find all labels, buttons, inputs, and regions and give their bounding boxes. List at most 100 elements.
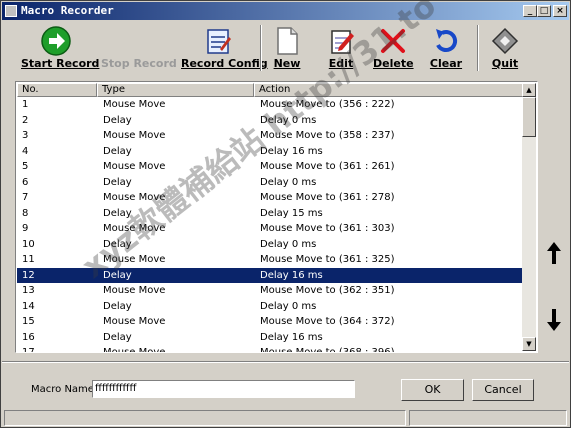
column-header-type[interactable]: Type bbox=[97, 83, 254, 97]
cell-no: 1 bbox=[22, 99, 29, 110]
record-arrow-icon bbox=[41, 26, 71, 56]
cell-no: 13 bbox=[22, 285, 35, 296]
config-icon bbox=[207, 29, 231, 54]
macro-list[interactable]: No. Type Action 1 Mouse Move Mouse Move to… bbox=[15, 81, 538, 353]
window-title: Macro Recorder bbox=[21, 4, 114, 17]
clear-label: Clear bbox=[429, 57, 463, 70]
table-row[interactable]: 3 Mouse Move Mouse Move to (358 : 237) bbox=[17, 128, 524, 144]
start-record-label: Start Record bbox=[21, 57, 100, 70]
cell-action: Mouse Move to (364 : 372) bbox=[260, 316, 395, 327]
delete-x-icon bbox=[381, 29, 405, 53]
cell-no: 10 bbox=[22, 238, 35, 250]
cell-type: Delay bbox=[103, 331, 132, 343]
table-row[interactable]: 7 Mouse Move Mouse Move to (361 : 278) bbox=[17, 190, 524, 206]
column-header-action[interactable]: Action bbox=[254, 83, 524, 97]
minimize-button[interactable]: _ bbox=[523, 5, 537, 17]
cell-action: Delay 0 ms bbox=[260, 114, 317, 126]
cell-action: Delay 16 ms bbox=[260, 269, 323, 281]
cell-type: Delay bbox=[103, 300, 132, 312]
cell-action: Delay 0 ms bbox=[260, 300, 317, 312]
cell-type: Delay bbox=[103, 145, 132, 157]
cell-no: 17 bbox=[22, 345, 35, 352]
table-row[interactable]: 2 Delay Delay 0 ms bbox=[17, 113, 524, 129]
cell-no: 12 bbox=[22, 269, 35, 281]
record-config-button[interactable]: Record Config bbox=[181, 23, 268, 73]
maximize-button[interactable]: □ bbox=[537, 5, 551, 17]
stop-record-label: Stop Record bbox=[101, 57, 177, 70]
table-row[interactable]: 11 Mouse Move Mouse Move to (361 : 325) bbox=[17, 252, 524, 268]
cell-no: 6 bbox=[22, 176, 29, 188]
cell-no: 14 bbox=[22, 300, 35, 312]
cell-action: Delay 0 ms bbox=[260, 176, 317, 188]
table-row[interactable]: 17 Mouse Move Mouse Move to (368 : 396) bbox=[17, 345, 524, 352]
table-row[interactable]: 8 Delay Delay 15 ms bbox=[17, 206, 524, 222]
cell-no: 7 bbox=[22, 192, 29, 203]
scroll-thumb[interactable] bbox=[522, 97, 536, 137]
ok-button[interactable]: OK bbox=[401, 379, 464, 401]
cell-type: Mouse Move bbox=[103, 161, 166, 172]
cell-type: Delay bbox=[103, 269, 132, 281]
status-bar-pane bbox=[4, 410, 406, 426]
table-row[interactable]: 10 Delay Delay 0 ms bbox=[17, 237, 524, 253]
cell-action: Mouse Move to (356 : 222) bbox=[260, 99, 395, 110]
table-row[interactable]: 6 Delay Delay 0 ms bbox=[17, 175, 524, 191]
quit-label: Quit bbox=[491, 57, 519, 70]
cell-type: Mouse Move bbox=[103, 223, 166, 234]
cell-action: Delay 16 ms bbox=[260, 331, 323, 343]
column-header-no[interactable]: No. bbox=[17, 83, 97, 97]
cell-action: Mouse Move to (361 : 278) bbox=[260, 192, 395, 203]
cell-action: Mouse Move to (368 : 396) bbox=[260, 345, 395, 352]
cell-no: 9 bbox=[22, 223, 29, 234]
cell-action: Mouse Move to (361 : 261) bbox=[260, 161, 395, 172]
new-document-icon bbox=[277, 27, 298, 55]
record-config-label: Record Config bbox=[181, 57, 268, 70]
quit-button[interactable]: Quit bbox=[485, 23, 525, 73]
table-row[interactable]: 16 Delay Delay 16 ms bbox=[17, 330, 524, 346]
table-row[interactable]: 1 Mouse Move Mouse Move to (356 : 222) bbox=[17, 97, 524, 113]
move-down-arrow-icon[interactable] bbox=[544, 307, 564, 333]
table-row[interactable]: 4 Delay Delay 16 ms bbox=[17, 144, 524, 160]
table-row[interactable]: 15 Mouse Move Mouse Move to (364 : 372) bbox=[17, 314, 524, 330]
vertical-scrollbar[interactable]: ▲ ▼ bbox=[522, 83, 536, 351]
cell-type: Delay bbox=[103, 238, 132, 250]
bottom-separator bbox=[2, 361, 569, 363]
cell-action: Delay 0 ms bbox=[260, 238, 317, 250]
cell-action: Mouse Move to (361 : 303) bbox=[260, 223, 395, 234]
quit-icon bbox=[491, 27, 519, 55]
cell-action: Delay 16 ms bbox=[260, 145, 323, 157]
macro-name-input[interactable]: ffffffffffff bbox=[92, 380, 355, 398]
table-row[interactable]: 14 Delay Delay 0 ms bbox=[17, 299, 524, 315]
cell-type: Mouse Move bbox=[103, 254, 166, 265]
stop-record-button[interactable]: Stop Record bbox=[101, 23, 177, 73]
table-row[interactable]: 12 Delay Delay 16 ms bbox=[17, 267, 524, 283]
close-button[interactable]: × bbox=[553, 5, 567, 17]
app-icon bbox=[5, 5, 17, 17]
cell-no: 2 bbox=[22, 114, 29, 126]
scroll-up-button[interactable]: ▲ bbox=[522, 83, 536, 97]
delete-button[interactable]: Delete bbox=[373, 23, 414, 73]
cell-no: 11 bbox=[22, 254, 35, 265]
start-record-button[interactable]: Start Record bbox=[21, 23, 100, 73]
move-up-arrow-icon[interactable] bbox=[544, 240, 564, 266]
cell-no: 16 bbox=[22, 331, 35, 343]
table-row[interactable]: 9 Mouse Move Mouse Move to (361 : 303) bbox=[17, 221, 524, 237]
cell-type: Mouse Move bbox=[103, 316, 166, 327]
edit-button[interactable]: Edit bbox=[321, 23, 361, 73]
macro-recorder-window: Macro Recorder _ □ × Start Record Stop R… bbox=[0, 0, 571, 428]
new-label: New bbox=[273, 57, 301, 70]
cell-action: Delay 15 ms bbox=[260, 207, 323, 219]
cell-no: 5 bbox=[22, 161, 29, 172]
cell-type: Mouse Move bbox=[103, 130, 166, 141]
table-row[interactable]: 13 Mouse Move Mouse Move to (362 : 351) bbox=[17, 283, 524, 299]
status-bar-pane bbox=[409, 410, 567, 426]
clear-button[interactable]: Clear bbox=[425, 23, 467, 73]
cell-type: Mouse Move bbox=[103, 345, 165, 352]
table-row[interactable]: 5 Mouse Move Mouse Move to (361 : 261) bbox=[17, 159, 524, 175]
cancel-button[interactable]: Cancel bbox=[472, 379, 534, 401]
macro-name-label: Macro Name: bbox=[31, 384, 98, 395]
scroll-down-button[interactable]: ▼ bbox=[522, 337, 536, 351]
cell-no: 3 bbox=[22, 130, 29, 141]
list-rows: 1 Mouse Move Mouse Move to (356 : 222) 2 Del… bbox=[17, 97, 524, 352]
new-button[interactable]: New bbox=[267, 23, 307, 73]
cell-type: Mouse Move bbox=[103, 192, 166, 203]
